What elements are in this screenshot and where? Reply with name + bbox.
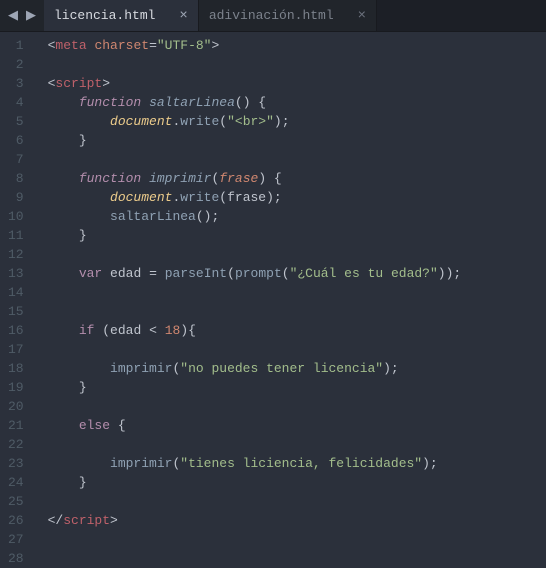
code-line [48, 283, 462, 302]
code-area[interactable]: <meta charset="UTF-8"> <script> function… [36, 32, 462, 539]
line-number: 23 [8, 454, 24, 473]
code-line: <script> [48, 74, 462, 93]
code-line: var edad = parseInt(prompt("¿Cuál es tu … [48, 264, 462, 283]
code-line [48, 435, 462, 454]
tab-label: licencia.html [54, 8, 155, 23]
close-icon[interactable]: × [358, 9, 366, 23]
line-number: 18 [8, 359, 24, 378]
code-line [48, 245, 462, 264]
line-number: 17 [8, 340, 24, 359]
line-number: 27 [8, 530, 24, 549]
code-line [48, 55, 462, 74]
code-line [48, 397, 462, 416]
line-number: 25 [8, 492, 24, 511]
code-line: else { [48, 416, 462, 435]
code-line: } [48, 473, 462, 492]
line-number-gutter: 1 2 3 4 5 6 7 8 9 10 11 12 13 14 15 16 1… [0, 32, 36, 539]
tab-bar: ◀ ▶ licencia.html × adivinación.html × [0, 0, 546, 32]
line-number: 6 [8, 131, 24, 150]
code-line: function imprimir(frase) { [48, 169, 462, 188]
code-line: </script> [48, 511, 462, 530]
code-line: document.write(frase); [48, 188, 462, 207]
code-line [48, 530, 462, 549]
code-line [48, 302, 462, 321]
line-number: 19 [8, 378, 24, 397]
code-line: saltarLinea(); [48, 207, 462, 226]
line-number: 8 [8, 169, 24, 188]
line-number: 20 [8, 397, 24, 416]
line-number: 22 [8, 435, 24, 454]
code-line: document.write("<br>"); [48, 112, 462, 131]
code-line [48, 150, 462, 169]
code-line: if (edad < 18){ [48, 321, 462, 340]
code-line [48, 340, 462, 359]
line-number: 12 [8, 245, 24, 264]
line-number: 4 [8, 93, 24, 112]
line-number: 5 [8, 112, 24, 131]
line-number: 24 [8, 473, 24, 492]
line-number: 13 [8, 264, 24, 283]
line-number: 10 [8, 207, 24, 226]
line-number: 7 [8, 150, 24, 169]
line-number: 9 [8, 188, 24, 207]
line-number: 1 [8, 36, 24, 55]
tab-nav-right-icon[interactable]: ▶ [24, 9, 38, 23]
close-icon[interactable]: × [179, 9, 187, 23]
line-number: 28 [8, 549, 24, 568]
tab-adivinacion[interactable]: adivinación.html × [199, 0, 377, 31]
code-line: imprimir("no puedes tener licencia"); [48, 359, 462, 378]
code-line [48, 549, 462, 568]
tab-controls: ◀ ▶ [0, 0, 44, 31]
code-line: } [48, 226, 462, 245]
line-number: 21 [8, 416, 24, 435]
code-line: imprimir("tienes liciencia, felicidades"… [48, 454, 462, 473]
code-line: } [48, 131, 462, 150]
tab-nav-left-icon[interactable]: ◀ [6, 9, 20, 23]
code-line: } [48, 378, 462, 397]
line-number: 26 [8, 511, 24, 530]
code-line: <meta charset="UTF-8"> [48, 36, 462, 55]
line-number: 3 [8, 74, 24, 93]
code-line: function saltarLinea() { [48, 93, 462, 112]
line-number: 15 [8, 302, 24, 321]
editor: 1 2 3 4 5 6 7 8 9 10 11 12 13 14 15 16 1… [0, 32, 546, 539]
tab-licencia[interactable]: licencia.html × [44, 0, 199, 31]
code-line [48, 492, 462, 511]
line-number: 14 [8, 283, 24, 302]
line-number: 2 [8, 55, 24, 74]
tab-label: adivinación.html [209, 8, 334, 23]
line-number: 16 [8, 321, 24, 340]
line-number: 11 [8, 226, 24, 245]
